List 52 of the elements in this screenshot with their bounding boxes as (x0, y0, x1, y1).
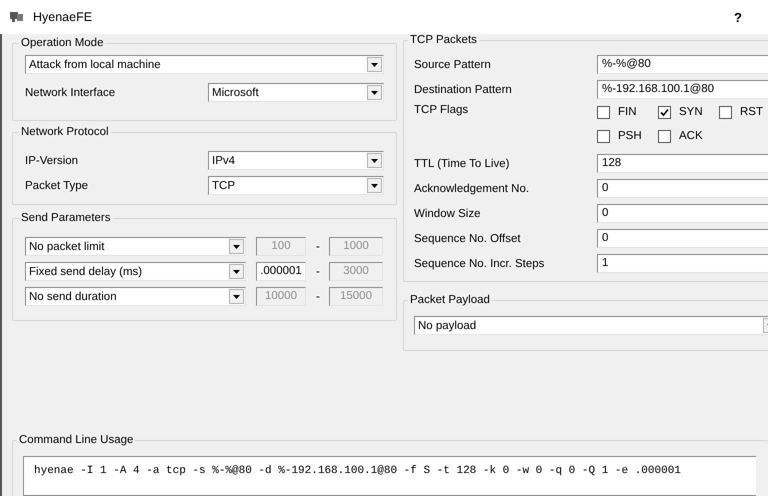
text-field[interactable]: 0 (597, 229, 768, 248)
range-separator: - (316, 290, 319, 302)
field-label: TCP Flags (414, 103, 470, 118)
window-title: HyenaeFE (33, 10, 92, 24)
dropdown[interactable]: No send duration (25, 287, 246, 306)
app-icon (10, 11, 24, 23)
field-label: Window Size (414, 208, 482, 220)
dropdown[interactable]: TCP (208, 176, 384, 195)
dropdown[interactable]: No packet limit (25, 237, 246, 256)
flag-checkbox[interactable]: FIN (597, 104, 658, 120)
text-field[interactable]: 128 (597, 154, 768, 173)
caret-icon (367, 57, 382, 72)
field-label: Destination Pattern (414, 84, 513, 96)
text-field[interactable]: 0 (597, 179, 768, 198)
field-label: IP-Version (25, 154, 80, 166)
group-title: Network Protocol (20, 126, 110, 138)
group-title: Command Line Usage (18, 434, 134, 446)
dropdown[interactable]: Microsoft (208, 83, 384, 102)
number-field[interactable]: .000001 (256, 262, 306, 281)
text-field[interactable]: %-192.168.100.1@80 (597, 80, 768, 99)
range-separator: - (316, 240, 319, 252)
dropdown[interactable]: IPv4 (208, 151, 384, 170)
group-title: Send Parameters (20, 212, 112, 224)
group-title: TCP Packets (409, 34, 478, 46)
text-field[interactable]: %-%@80 (597, 55, 768, 74)
text-field[interactable]: 1 (597, 254, 768, 273)
field-label: Acknowledgement No. (414, 182, 530, 194)
command-field[interactable]: hyenae -I 1 -A 4 -a tcp -s %-%@80 -d %-192.168.100.1@80 -f S -t 128 -k 0 -w 0 -q 0 -Q 1 -e .000001 (23, 456, 756, 496)
flag-checkbox[interactable]: SYN (658, 104, 719, 120)
help-button[interactable]: ? (734, 10, 742, 24)
caret-icon (229, 289, 244, 304)
dropdown[interactable]: No payload (414, 316, 768, 335)
field-label: Packet Type (25, 180, 90, 192)
field-label: Network Interface (25, 86, 116, 98)
text-field[interactable]: 0 (597, 204, 768, 223)
caret-icon (367, 153, 382, 168)
flag-checkbox[interactable]: PSH (597, 128, 658, 144)
field-label: Sequence No. Offset (414, 232, 522, 244)
dropdown[interactable]: Fixed send delay (ms) (25, 262, 246, 281)
field-label: TTL (Time To Live) (414, 158, 510, 170)
caret-icon (229, 239, 244, 254)
field-label: Source Pattern (414, 58, 492, 70)
caret-icon (367, 178, 382, 193)
group-title: Packet Payload (409, 294, 491, 306)
caret-icon (367, 85, 382, 100)
flag-checkbox[interactable]: RST (719, 104, 768, 120)
field-label: Sequence No. Incr. Steps (414, 258, 546, 270)
flag-checkbox[interactable]: ACK (658, 128, 719, 144)
caret-icon (229, 264, 244, 279)
group-title: Operation Mode (20, 37, 104, 49)
dropdown[interactable]: Attack from local machine (25, 55, 384, 74)
range-separator: - (316, 266, 319, 278)
